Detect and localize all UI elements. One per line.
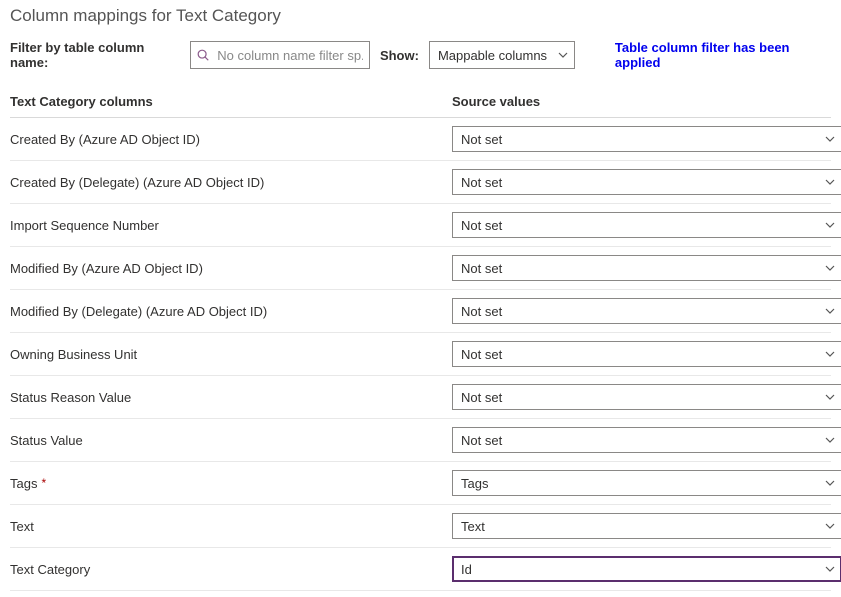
source-select[interactable]: Not set <box>452 126 841 152</box>
column-name-text: Modified By (Delegate) (Azure AD Object … <box>10 304 267 319</box>
source-select[interactable]: Text <box>452 513 841 539</box>
show-select-value: Mappable columns <box>438 48 547 63</box>
source-select-value: Not set <box>461 390 502 405</box>
table-row: Tags * Tags <box>10 462 831 505</box>
source-select[interactable]: Not set <box>452 341 841 367</box>
chevron-down-icon <box>825 566 835 572</box>
show-select[interactable]: Mappable columns <box>429 41 575 69</box>
filter-label: Filter by table column name: <box>10 40 180 70</box>
page-title: Column mappings for Text Category <box>10 6 831 26</box>
column-name-cell: Tags * <box>10 476 452 491</box>
column-name-text: Modified By (Azure AD Object ID) <box>10 261 203 276</box>
source-select-wrap: Not set <box>452 126 841 152</box>
chevron-down-icon <box>825 179 835 185</box>
column-name-cell: Text <box>10 519 452 534</box>
table-row: Owning Business Unit Not set <box>10 333 831 376</box>
table-row: Text Text <box>10 505 831 548</box>
source-select-wrap: Not set <box>452 212 841 238</box>
source-select-wrap: Id <box>452 556 841 582</box>
table-row: Created By (Azure AD Object ID) Not set <box>10 118 831 161</box>
source-select-value: Not set <box>461 304 502 319</box>
source-select-wrap: Not set <box>452 169 841 195</box>
column-header-source: Source values <box>452 94 831 109</box>
source-select-wrap: Tags <box>452 470 841 496</box>
source-select-wrap: Not set <box>452 298 841 324</box>
column-name-cell: Created By (Azure AD Object ID) <box>10 132 452 147</box>
show-label: Show: <box>380 48 419 63</box>
chevron-down-icon <box>825 351 835 357</box>
source-select[interactable]: Id <box>452 556 841 582</box>
source-select-value: Not set <box>461 347 502 362</box>
column-name-text: Created By (Azure AD Object ID) <box>10 132 200 147</box>
column-name-cell: Owning Business Unit <box>10 347 452 362</box>
filter-bar: Filter by table column name: Show: Mappa… <box>10 40 831 70</box>
source-select-value: Not set <box>461 218 502 233</box>
column-name-cell: Modified By (Azure AD Object ID) <box>10 261 452 276</box>
source-select[interactable]: Tags <box>452 470 841 496</box>
column-name-text: Owning Business Unit <box>10 347 137 362</box>
source-select-value: Not set <box>461 261 502 276</box>
source-select[interactable]: Not set <box>452 169 841 195</box>
chevron-down-icon <box>825 523 835 529</box>
filter-input[interactable] <box>190 41 370 69</box>
chevron-down-icon <box>825 265 835 271</box>
chevron-down-icon <box>825 308 835 314</box>
chevron-down-icon <box>825 394 835 400</box>
table-row: Status Reason Value Not set <box>10 376 831 419</box>
source-select-wrap: Not set <box>452 384 841 410</box>
column-name-cell: Created By (Delegate) (Azure AD Object I… <box>10 175 452 190</box>
source-select-value: Not set <box>461 175 502 190</box>
table-row: Modified By (Azure AD Object ID) Not set <box>10 247 831 290</box>
column-name-text: Status Value <box>10 433 83 448</box>
chevron-down-icon <box>558 52 568 58</box>
source-select[interactable]: Not set <box>452 384 841 410</box>
column-name-text: Text <box>10 519 34 534</box>
column-name-cell: Modified By (Delegate) (Azure AD Object … <box>10 304 452 319</box>
column-name-cell: Text Category <box>10 562 452 577</box>
column-name-text: Import Sequence Number <box>10 218 159 233</box>
column-name-text: Text Category <box>10 562 90 577</box>
search-icon <box>196 48 210 62</box>
table-row: Status Value Not set <box>10 419 831 462</box>
source-select[interactable]: Not set <box>452 427 841 453</box>
source-select[interactable]: Not set <box>452 255 841 281</box>
column-name-text: Tags <box>10 476 37 491</box>
source-select[interactable]: Not set <box>452 212 841 238</box>
column-name-cell: Status Reason Value <box>10 390 452 405</box>
source-select-wrap: Text <box>452 513 841 539</box>
column-name-text: Created By (Delegate) (Azure AD Object I… <box>10 175 264 190</box>
grid-header-row: Text Category columns Source values <box>10 88 831 118</box>
source-select[interactable]: Not set <box>452 298 841 324</box>
table-row: Import Sequence Number Not set <box>10 204 831 247</box>
column-header-name: Text Category columns <box>10 94 452 109</box>
source-select-value: Tags <box>461 476 488 491</box>
mapping-grid: Text Category columns Source values Crea… <box>10 88 831 591</box>
source-select-wrap: Not set <box>452 427 841 453</box>
source-select-value: Id <box>461 562 472 577</box>
column-name-cell: Import Sequence Number <box>10 218 452 233</box>
filter-applied-notice: Table column filter has been applied <box>615 40 831 70</box>
source-select-value: Not set <box>461 132 502 147</box>
table-row: Modified By (Delegate) (Azure AD Object … <box>10 290 831 333</box>
chevron-down-icon <box>825 222 835 228</box>
required-star-icon: * <box>41 476 46 490</box>
table-row: Created By (Delegate) (Azure AD Object I… <box>10 161 831 204</box>
table-row: Text Category Id <box>10 548 831 591</box>
chevron-down-icon <box>825 437 835 443</box>
filter-input-wrap <box>190 41 370 69</box>
source-select-value: Not set <box>461 433 502 448</box>
source-select-value: Text <box>461 519 485 534</box>
chevron-down-icon <box>825 480 835 486</box>
source-select-wrap: Not set <box>452 341 841 367</box>
chevron-down-icon <box>825 136 835 142</box>
column-name-text: Status Reason Value <box>10 390 131 405</box>
column-name-cell: Status Value <box>10 433 452 448</box>
source-select-wrap: Not set <box>452 255 841 281</box>
